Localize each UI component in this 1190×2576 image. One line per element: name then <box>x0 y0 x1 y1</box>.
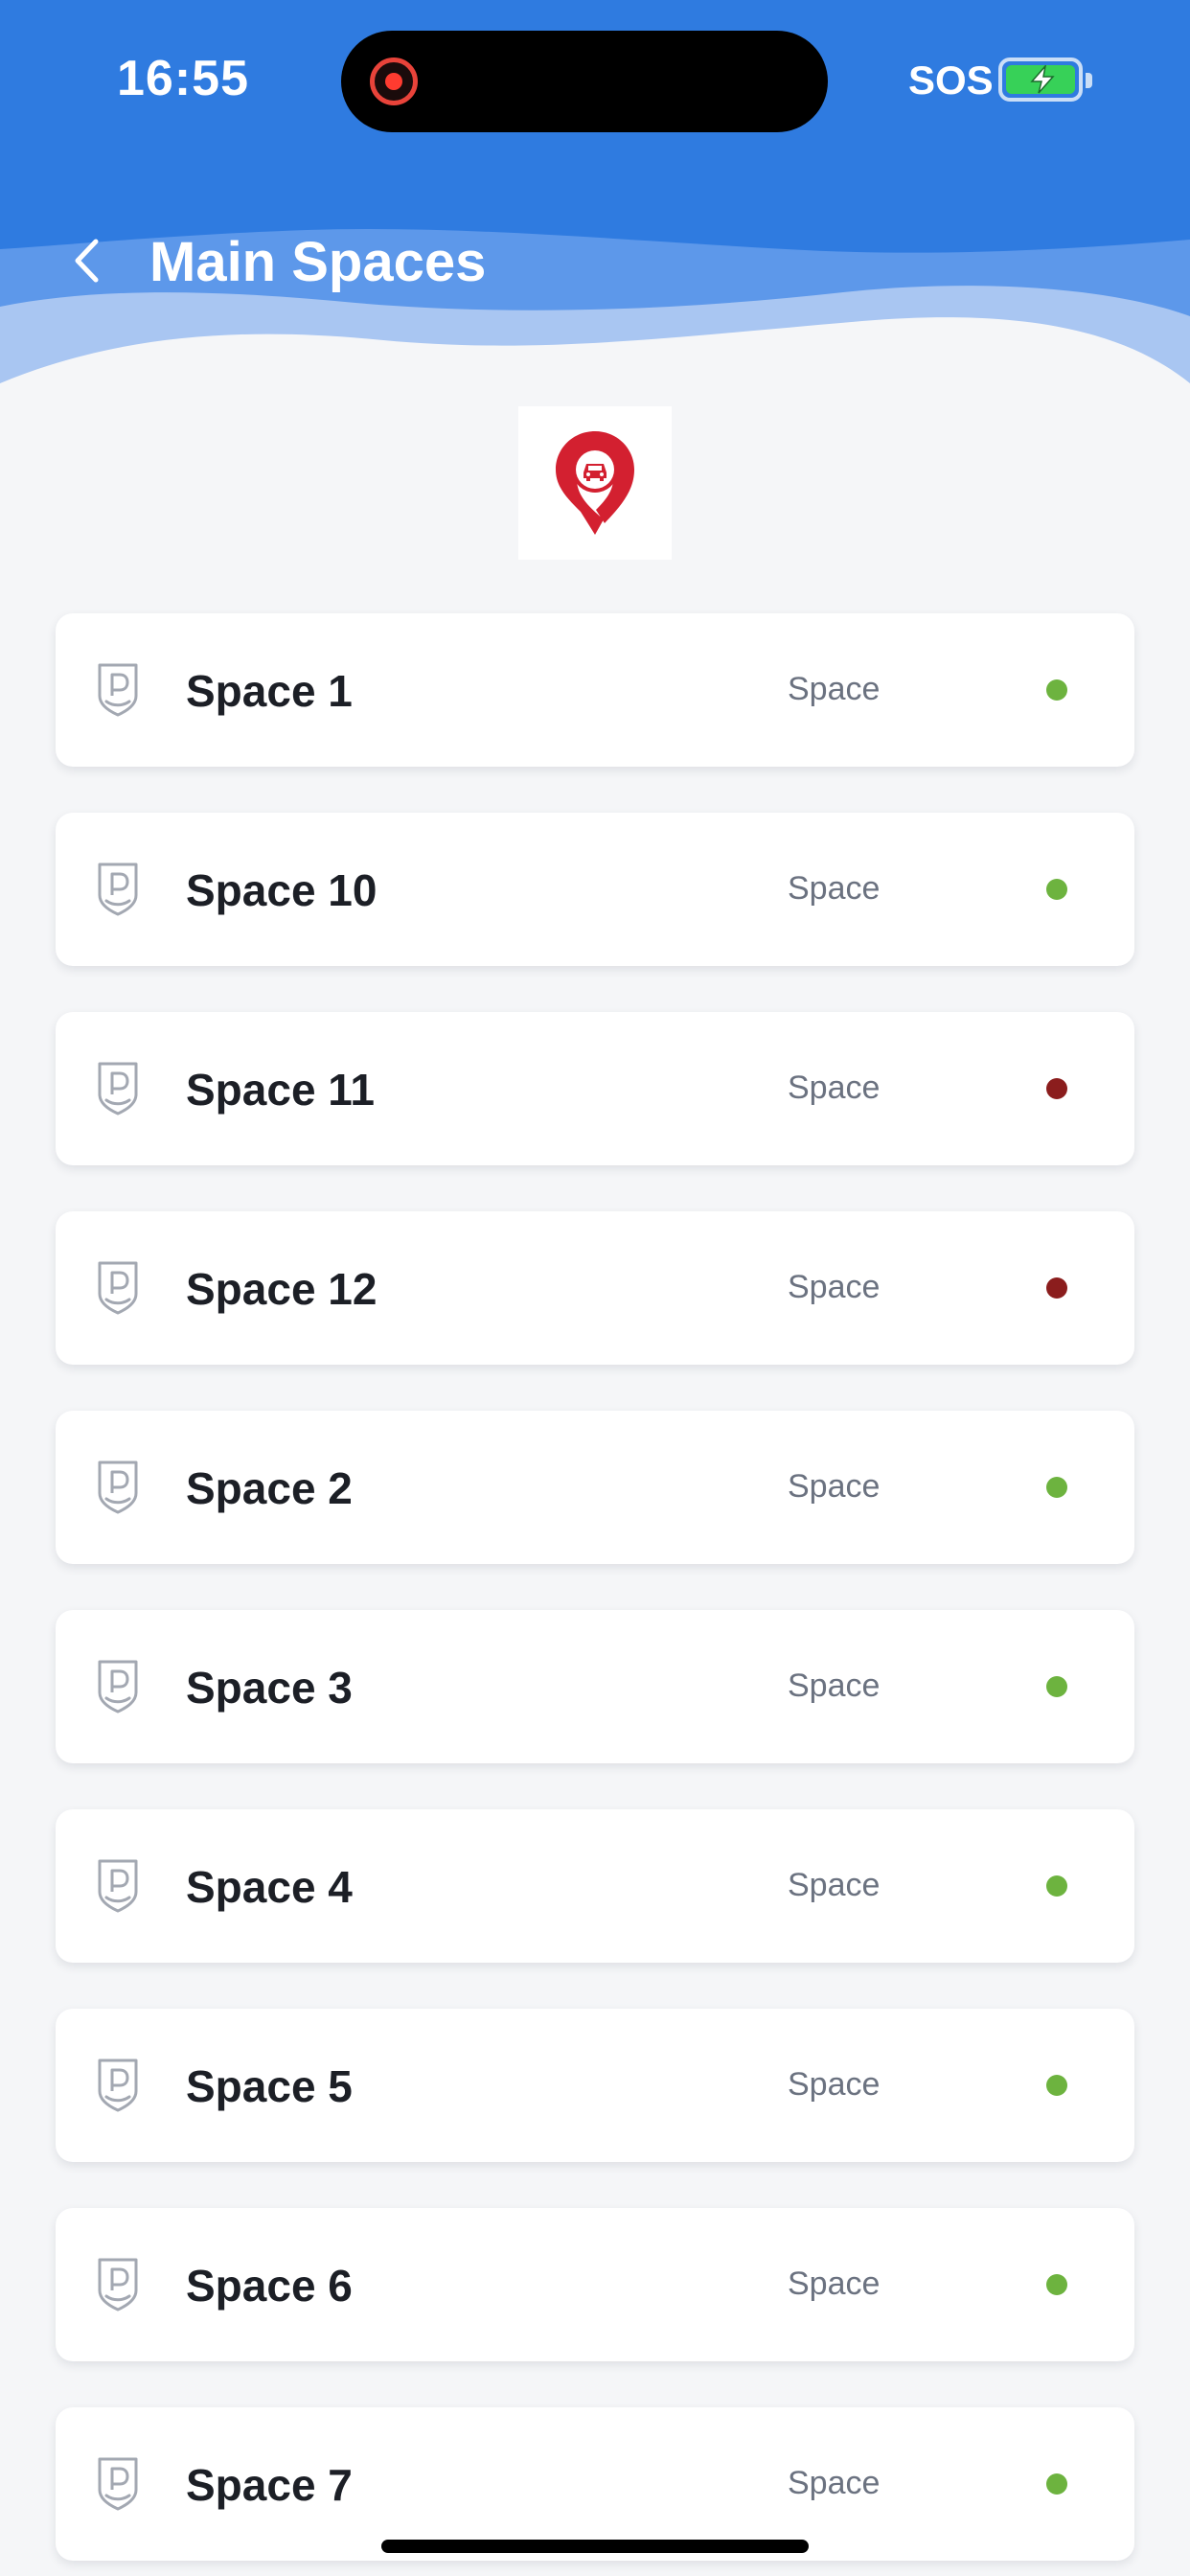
page-title: Main Spaces <box>149 231 487 293</box>
space-name: Space 6 <box>186 2261 353 2311</box>
space-list: Space 1 Space Space 10 Space Space 11 Sp… <box>56 613 1134 2576</box>
space-name: Space 12 <box>186 1264 378 1314</box>
space-type: Space <box>788 1070 881 1106</box>
parking-badge-icon <box>98 2258 138 2312</box>
space-type: Space <box>788 870 881 907</box>
parking-badge-icon <box>98 663 138 717</box>
space-name: Space 4 <box>186 1862 353 1912</box>
status-dot-available <box>1046 1875 1067 1897</box>
space-card[interactable]: Space 3 Space <box>56 1610 1134 1763</box>
status-time: 16:55 <box>117 51 249 106</box>
status-dot-available <box>1046 2274 1067 2295</box>
space-card[interactable]: Space 1 Space <box>56 613 1134 767</box>
status-dot-occupied <box>1046 1277 1067 1299</box>
screen-recording-icon <box>370 58 418 105</box>
space-name: Space 3 <box>186 1663 353 1713</box>
screen: 16:55 SOS Main Spaces Space 1 Space Spac… <box>0 0 1190 2576</box>
space-name: Space 10 <box>186 865 378 915</box>
space-name: Space 7 <box>186 2460 353 2510</box>
battery-charging-icon <box>998 58 1092 102</box>
space-card[interactable]: Space 10 Space <box>56 813 1134 966</box>
space-name: Space 1 <box>186 666 353 716</box>
space-type: Space <box>788 1867 881 1903</box>
parking-badge-icon <box>98 2058 138 2112</box>
space-card[interactable]: Space 6 Space <box>56 2208 1134 2361</box>
space-type: Space <box>788 2465 881 2501</box>
home-indicator[interactable] <box>381 2540 809 2553</box>
parking-badge-icon <box>98 1062 138 1116</box>
space-name: Space 5 <box>186 2061 353 2111</box>
status-dot-available <box>1046 2075 1067 2096</box>
space-card[interactable]: Space 11 Space <box>56 1012 1134 1165</box>
space-name: Space 2 <box>186 1463 353 1513</box>
header: 16:55 SOS Main Spaces <box>0 0 1190 402</box>
app-logo <box>518 406 672 560</box>
space-card[interactable]: Space 2 Space <box>56 1411 1134 1564</box>
space-card[interactable]: Space 7 Space <box>56 2407 1134 2561</box>
map-pin-car-icon <box>556 431 634 535</box>
status-dot-available <box>1046 1676 1067 1697</box>
parking-badge-icon <box>98 1460 138 1514</box>
parking-badge-icon <box>98 1261 138 1315</box>
space-type: Space <box>788 2066 881 2103</box>
status-dot-occupied <box>1046 1078 1067 1099</box>
space-card[interactable]: Space 12 Space <box>56 1211 1134 1365</box>
back-button[interactable] <box>57 226 115 295</box>
sos-indicator: SOS <box>908 58 994 103</box>
battery-level <box>1006 65 1075 94</box>
space-card[interactable]: Space 5 Space <box>56 2009 1134 2162</box>
space-type: Space <box>788 671 881 707</box>
space-type: Space <box>788 1668 881 1704</box>
status-dot-available <box>1046 1477 1067 1498</box>
space-name: Space 11 <box>186 1065 375 1115</box>
status-dot-available <box>1046 679 1067 701</box>
parking-badge-icon <box>98 2457 138 2511</box>
space-type: Space <box>788 1468 881 1505</box>
dynamic-island <box>341 31 828 132</box>
space-type: Space <box>788 1269 881 1305</box>
parking-badge-icon <box>98 1859 138 1913</box>
parking-badge-icon <box>98 862 138 916</box>
parking-badge-icon <box>98 1660 138 1714</box>
bolt-icon <box>1030 65 1055 94</box>
battery-nub <box>1086 73 1092 88</box>
space-type: Space <box>788 2266 881 2302</box>
status-dot-available <box>1046 2473 1067 2495</box>
status-dot-available <box>1046 879 1067 900</box>
space-card[interactable]: Space 4 Space <box>56 1809 1134 1963</box>
chevron-left-icon <box>75 239 99 283</box>
